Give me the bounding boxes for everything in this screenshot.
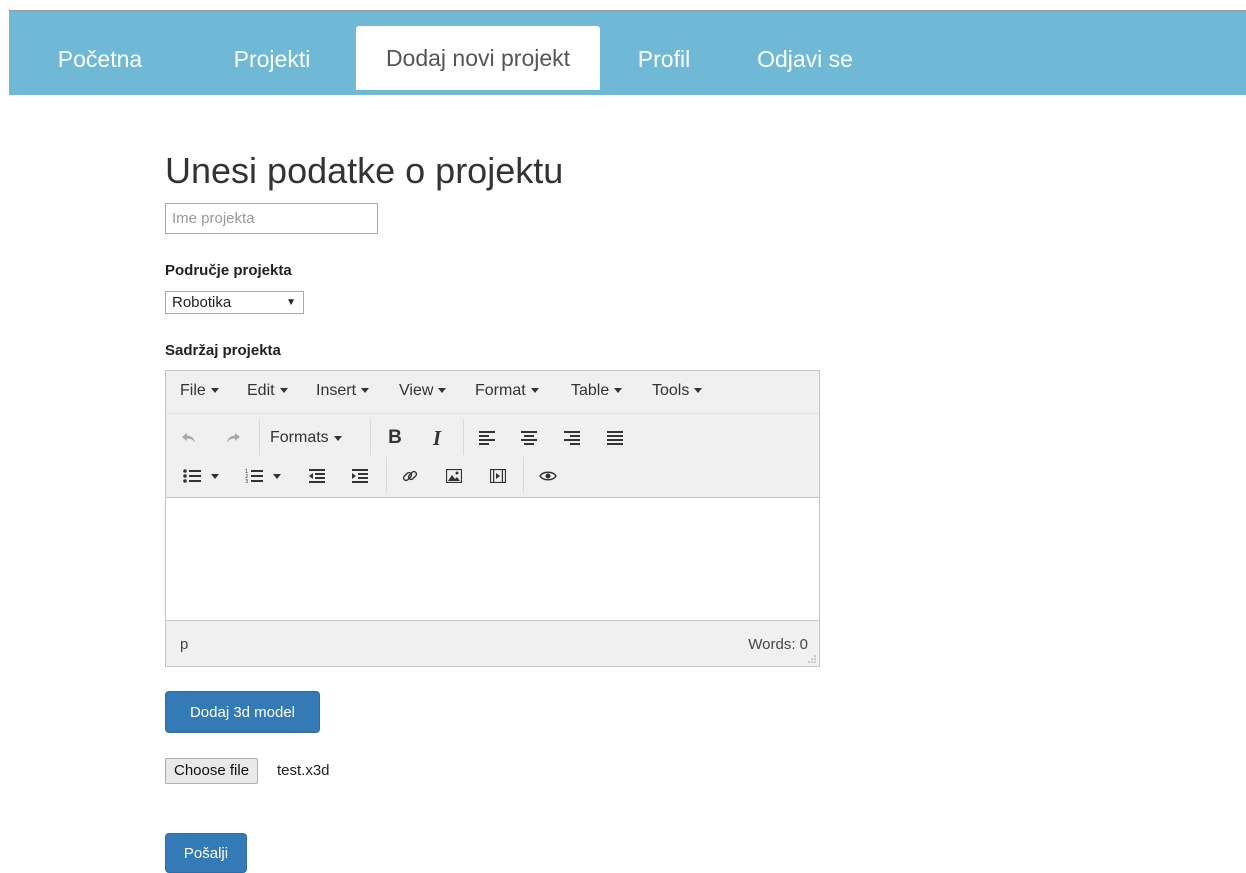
outdent-button[interactable]	[304, 463, 330, 489]
nav-item-pocetna[interactable]: Početna	[9, 28, 191, 90]
preview-button[interactable]	[535, 463, 561, 489]
redo-icon	[227, 433, 240, 443]
align-justify-button[interactable]	[602, 425, 628, 451]
editor-element-path[interactable]: p	[180, 636, 188, 653]
svg-text:3: 3	[245, 479, 248, 484]
menu-edit-label: Edit	[247, 382, 275, 399]
toolbar-separator	[463, 419, 464, 455]
link-icon	[402, 470, 418, 482]
menu-tools-label: Tools	[652, 382, 690, 399]
menu-insert[interactable]: Insert	[316, 382, 370, 400]
align-right-button[interactable]	[559, 425, 585, 451]
image-icon	[446, 469, 462, 483]
main-navbar: Početna Projekti Dodaj novi projekt Prof…	[9, 11, 1246, 95]
editor-word-count: Words: 0	[748, 636, 808, 653]
toolbar-separator	[259, 419, 260, 455]
nav-item-projekti[interactable]: Projekti	[191, 28, 353, 90]
formats-label: Formats	[270, 429, 329, 446]
outdent-icon	[309, 469, 325, 483]
project-content-label: Sadržaj projekta	[165, 342, 281, 359]
caret-down-icon	[333, 435, 342, 441]
caret-down-icon	[210, 388, 219, 394]
preview-icon	[539, 471, 557, 481]
resize-handle-icon[interactable]	[807, 654, 817, 664]
menu-file-label: File	[180, 382, 206, 399]
caret-down-icon	[694, 388, 703, 394]
media-icon	[490, 469, 506, 483]
caret-down-icon	[530, 388, 539, 394]
caret-down-icon	[279, 388, 288, 394]
page-title: Unesi podatke o projektu	[165, 150, 564, 191]
align-justify-icon	[607, 431, 623, 445]
numbered-list-icon: 123	[245, 469, 263, 484]
submit-button[interactable]: Pošalji	[165, 833, 247, 873]
align-center-button[interactable]	[516, 425, 542, 451]
align-left-icon	[479, 431, 495, 445]
redo-button[interactable]	[220, 425, 246, 451]
menu-file[interactable]: File	[180, 382, 219, 400]
menu-table[interactable]: Table	[571, 382, 623, 400]
bullet-list-button[interactable]	[176, 463, 226, 489]
undo-icon	[182, 433, 195, 443]
align-center-icon	[521, 431, 537, 445]
menu-format-label: Format	[475, 382, 526, 399]
nav-item-dodaj-novi-projekt[interactable]: Dodaj novi projekt	[356, 26, 600, 90]
menu-table-label: Table	[571, 382, 610, 399]
italic-button[interactable]: I	[424, 425, 450, 451]
indent-button[interactable]	[347, 463, 373, 489]
indent-icon	[352, 469, 368, 483]
caret-down-icon	[273, 473, 281, 479]
project-area-selected-value: Robotika	[172, 294, 232, 311]
toolbar-separator	[386, 457, 387, 493]
nav-item-profil[interactable]: Profil	[613, 28, 715, 90]
menu-view-label: View	[399, 382, 434, 399]
editor-menubar: File Edit Insert View Format Table Tools	[166, 371, 819, 414]
insert-media-button[interactable]	[485, 463, 511, 489]
project-area-select[interactable]: Robotika ▼	[165, 291, 304, 314]
add-3d-model-button[interactable]: Dodaj 3d model	[165, 691, 320, 733]
menu-insert-label: Insert	[316, 382, 357, 399]
caret-down-icon	[211, 473, 219, 479]
caret-down-icon	[614, 388, 623, 394]
align-right-icon	[564, 431, 580, 445]
menu-edit[interactable]: Edit	[247, 382, 288, 400]
caret-down-icon	[361, 388, 370, 394]
selected-file-name: test.x3d	[277, 762, 330, 779]
toolbar-separator	[523, 457, 524, 493]
align-left-button[interactable]	[474, 425, 500, 451]
formats-dropdown[interactable]: Formats	[270, 425, 360, 451]
choose-file-button[interactable]: Choose file	[165, 758, 259, 784]
rich-text-editor: File Edit Insert View Format Table Tools…	[165, 370, 820, 667]
toolbar-separator	[370, 419, 371, 455]
menu-format[interactable]: Format	[475, 382, 539, 400]
caret-down-icon	[438, 388, 447, 394]
undo-button[interactable]	[176, 425, 202, 451]
editor-content-area[interactable]	[166, 497, 819, 621]
numbered-list-button[interactable]: 123	[238, 463, 288, 489]
bold-button[interactable]: B	[382, 425, 408, 451]
project-name-input[interactable]	[165, 203, 378, 234]
insert-image-button[interactable]	[441, 463, 467, 489]
project-area-label: Područje projekta	[165, 262, 292, 279]
bullet-list-icon	[183, 469, 201, 483]
menu-view[interactable]: View	[399, 382, 447, 400]
select-arrow-icon: ▼	[286, 297, 296, 308]
menu-tools[interactable]: Tools	[652, 382, 703, 400]
nav-item-odjavi-se[interactable]: Odjavi se	[743, 28, 867, 90]
insert-link-button[interactable]	[397, 463, 423, 489]
